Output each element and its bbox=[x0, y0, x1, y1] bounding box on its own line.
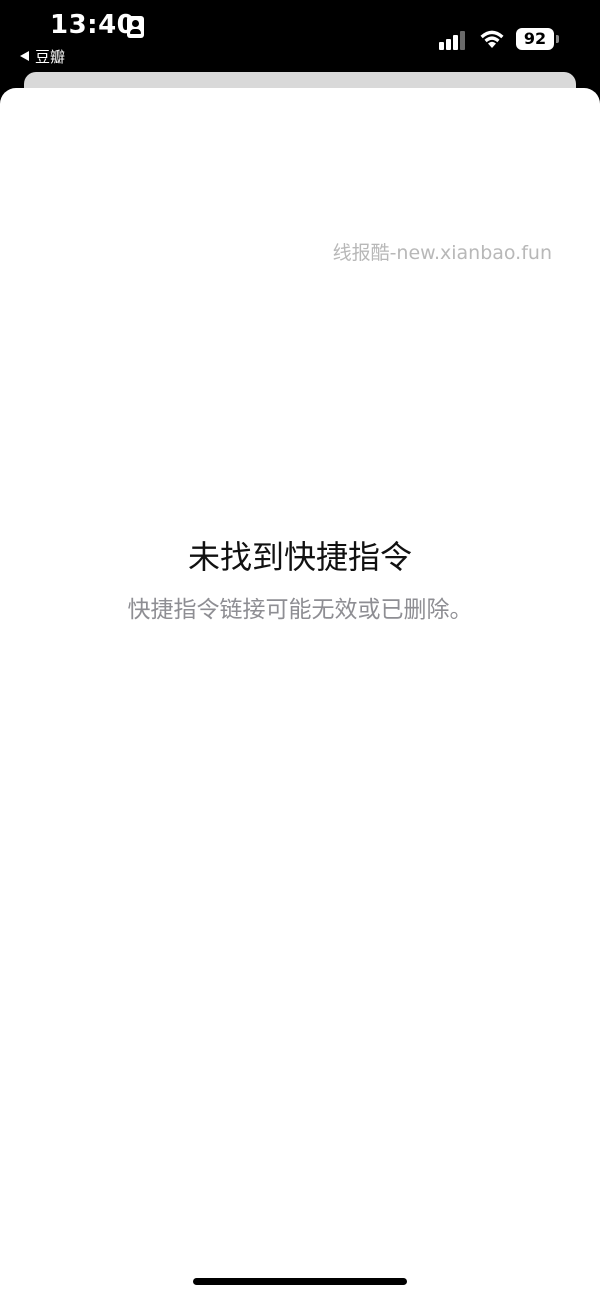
back-to-app-link[interactable]: 豆瓣 bbox=[20, 46, 65, 66]
watermark-text: 线报酷-new.xianbao.fun bbox=[332, 242, 552, 264]
cellular-signal-icon bbox=[439, 30, 469, 50]
battery-level: 92 bbox=[523, 29, 547, 48]
battery-icon: 92 bbox=[516, 28, 554, 50]
error-title: 未找到快捷指令 bbox=[187, 538, 412, 576]
back-arrow-icon bbox=[20, 51, 29, 61]
status-time: 13:40 bbox=[50, 10, 136, 40]
contact-card-icon bbox=[127, 16, 144, 38]
battery-cap bbox=[556, 35, 559, 43]
shortcut-sheet bbox=[0, 88, 600, 1298]
home-indicator[interactable] bbox=[193, 1278, 407, 1285]
error-message: 快捷指令链接可能无效或已删除。 bbox=[127, 597, 473, 623]
wifi-icon bbox=[480, 30, 504, 48]
back-app-label: 豆瓣 bbox=[35, 47, 66, 66]
